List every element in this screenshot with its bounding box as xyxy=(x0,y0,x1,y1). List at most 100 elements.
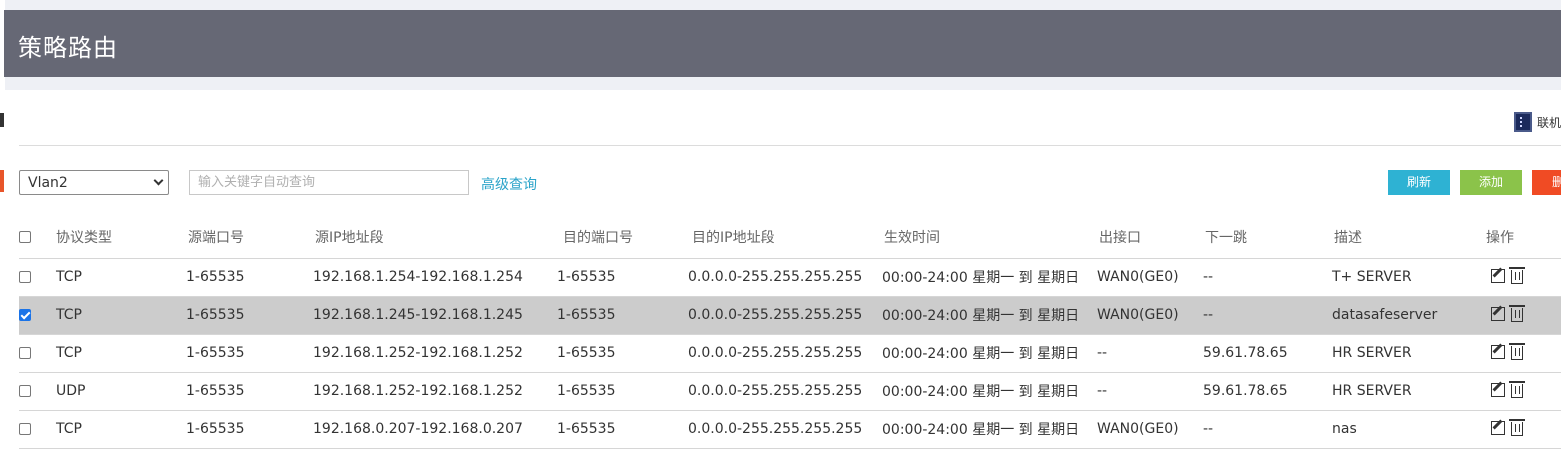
row-checkbox[interactable] xyxy=(19,385,31,397)
edit-icon[interactable] xyxy=(1491,420,1505,435)
table-row[interactable]: TCP 1-65535 192.168.1.254-192.168.1.254 1-6… xyxy=(19,258,1561,297)
cell-protocol: TCP xyxy=(56,334,186,373)
cell-dst-port: 1-65535 xyxy=(553,296,678,335)
cell-next-hop: -- xyxy=(1185,296,1312,335)
cell-out-if: WAN0(GE0) xyxy=(1081,258,1185,297)
edit-icon[interactable] xyxy=(1491,306,1505,321)
trash-icon[interactable] xyxy=(1509,380,1525,398)
col-dst-ip: 目的IP地址段 xyxy=(678,216,868,259)
toolbar: Vlan2 高级查询 刷新 添加 删除 xyxy=(19,170,1561,196)
sidebar-edge-mark xyxy=(0,113,4,127)
cell-src-ip: 192.168.0.207-192.168.0.207 xyxy=(311,410,553,449)
cell-src-port: 1-65535 xyxy=(186,410,311,449)
row-checkbox[interactable] xyxy=(19,347,31,359)
main-panel: 联机帮 Vlan2 高级查询 刷新 添加 删除 协议类型 源端口号 源IP地址段… xyxy=(5,90,1561,452)
cell-src-ip: 192.168.1.252-192.168.1.252 xyxy=(311,334,553,373)
delete-button[interactable]: 删除 xyxy=(1532,170,1561,195)
row-actions xyxy=(1462,334,1561,373)
select-all-checkbox[interactable] xyxy=(19,230,31,243)
trash-icon[interactable] xyxy=(1509,418,1525,436)
cell-desc: datasafeserver xyxy=(1312,296,1462,335)
row-checkbox[interactable] xyxy=(19,423,31,435)
col-src-ip: 源IP地址段 xyxy=(311,216,553,259)
row-checkbox[interactable] xyxy=(19,309,31,321)
row-checkbox-cell xyxy=(19,372,56,411)
cell-out-if: -- xyxy=(1081,334,1185,373)
cell-dst-ip: 0.0.0.0-255.255.255.255 xyxy=(678,258,868,297)
cell-desc: HR SERVER xyxy=(1312,334,1462,373)
row-actions xyxy=(1462,410,1561,449)
cell-next-hop: -- xyxy=(1185,258,1312,297)
trash-icon[interactable] xyxy=(1509,266,1525,284)
trash-icon[interactable] xyxy=(1509,304,1525,322)
col-out-if: 出接口 xyxy=(1081,216,1185,259)
cell-src-port: 1-65535 xyxy=(186,296,311,335)
add-button[interactable]: 添加 xyxy=(1460,170,1522,195)
row-checkbox[interactable] xyxy=(19,271,31,283)
col-next-hop: 下一跳 xyxy=(1185,216,1312,259)
edit-icon[interactable] xyxy=(1491,382,1505,397)
col-src-port: 源端口号 xyxy=(186,216,311,259)
col-actions: 操作 xyxy=(1462,216,1561,259)
cell-dst-ip: 0.0.0.0-255.255.255.255 xyxy=(678,372,868,411)
cell-src-ip: 192.168.1.245-192.168.1.245 xyxy=(311,296,553,335)
cell-dst-ip: 0.0.0.0-255.255.255.255 xyxy=(678,410,868,449)
cell-dst-ip: 0.0.0.0-255.255.255.255 xyxy=(678,296,868,335)
vlan-select[interactable]: Vlan2 xyxy=(19,170,169,195)
cell-src-port: 1-65535 xyxy=(186,334,311,373)
cell-dst-ip: 0.0.0.0-255.255.255.255 xyxy=(678,334,868,373)
cell-out-if: WAN0(GE0) xyxy=(1081,410,1185,449)
search-input[interactable] xyxy=(189,170,469,195)
cell-time: 00:00-24:00 星期一 到 星期日 xyxy=(868,372,1081,411)
row-actions xyxy=(1462,296,1561,335)
select-all-cell xyxy=(19,216,56,259)
cell-time: 00:00-24:00 星期一 到 星期日 xyxy=(868,334,1081,373)
cell-out-if: -- xyxy=(1081,372,1185,411)
table-header-row: 协议类型 源端口号 源IP地址段 目的端口号 目的IP地址段 生效时间 出接口 … xyxy=(19,216,1561,259)
linked-help-label: 联机帮 xyxy=(1537,115,1561,130)
cell-src-port: 1-65535 xyxy=(186,258,311,297)
linked-help[interactable]: 联机帮 xyxy=(1514,112,1561,132)
edit-icon[interactable] xyxy=(1491,268,1505,283)
col-time: 生效时间 xyxy=(868,216,1081,259)
cell-next-hop: 59.61.78.65 xyxy=(1185,334,1312,373)
cell-src-ip: 192.168.1.254-192.168.1.254 xyxy=(311,258,553,297)
cell-protocol: TCP xyxy=(56,296,186,335)
row-checkbox-cell xyxy=(19,296,56,335)
trash-icon[interactable] xyxy=(1509,342,1525,360)
advanced-query-link[interactable]: 高级查询 xyxy=(481,174,537,194)
page-header: 策略路由 xyxy=(4,10,1561,77)
cell-protocol: UDP xyxy=(56,372,186,411)
col-dst-port: 目的端口号 xyxy=(553,216,678,259)
sidebar-active-mark xyxy=(0,170,4,192)
page-title: 策略路由 xyxy=(18,34,118,62)
edit-icon[interactable] xyxy=(1491,344,1505,359)
row-checkbox-cell xyxy=(19,258,56,297)
cell-dst-port: 1-65535 xyxy=(553,372,678,411)
table-row[interactable]: UDP 1-65535 192.168.1.252-192.168.1.252 1-6… xyxy=(19,372,1561,411)
row-checkbox-cell xyxy=(19,410,56,449)
cell-dst-port: 1-65535 xyxy=(553,258,678,297)
cell-next-hop: 59.61.78.65 xyxy=(1185,372,1312,411)
cell-protocol: TCP xyxy=(56,410,186,449)
help-book-icon xyxy=(1514,112,1532,132)
refresh-button[interactable]: 刷新 xyxy=(1388,170,1450,195)
cell-desc: nas xyxy=(1312,410,1462,449)
cell-time: 00:00-24:00 星期一 到 星期日 xyxy=(868,410,1081,449)
table-row[interactable]: TCP 1-65535 192.168.0.207-192.168.0.207 1-6… xyxy=(19,410,1561,449)
cell-time: 00:00-24:00 星期一 到 星期日 xyxy=(868,296,1081,335)
table-row[interactable]: TCP 1-65535 192.168.1.245-192.168.1.245 1-6… xyxy=(19,296,1561,335)
row-actions xyxy=(1462,258,1561,297)
vlan-select-value: Vlan2 xyxy=(28,174,68,191)
cell-src-port: 1-65535 xyxy=(186,372,311,411)
cell-dst-port: 1-65535 xyxy=(553,410,678,449)
policy-route-table: 协议类型 源端口号 源IP地址段 目的端口号 目的IP地址段 生效时间 出接口 … xyxy=(19,216,1561,449)
cell-out-if: WAN0(GE0) xyxy=(1081,296,1185,335)
divider xyxy=(19,145,1561,146)
table-row[interactable]: TCP 1-65535 192.168.1.252-192.168.1.252 1-6… xyxy=(19,334,1561,373)
cell-desc: T+ SERVER xyxy=(1312,258,1462,297)
cell-desc: HR SERVER xyxy=(1312,372,1462,411)
cell-src-ip: 192.168.1.252-192.168.1.252 xyxy=(311,372,553,411)
cell-time: 00:00-24:00 星期一 到 星期日 xyxy=(868,258,1081,297)
row-checkbox-cell xyxy=(19,334,56,373)
